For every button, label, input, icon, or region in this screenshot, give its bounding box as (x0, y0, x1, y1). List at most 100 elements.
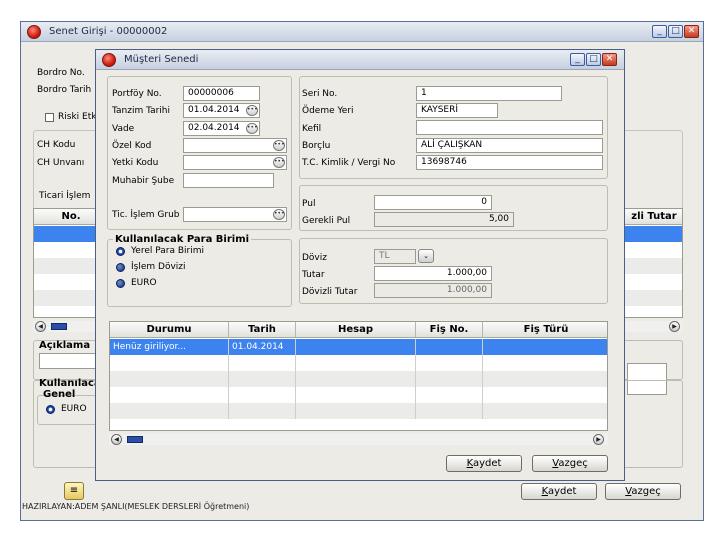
cell-fis-turu[interactable] (483, 339, 607, 355)
back-cancel-button[interactable]: Vazgeç (605, 483, 681, 500)
yerel-para-label: Yerel Para Birimi (131, 246, 204, 256)
musteri-senedi-titlebar[interactable]: Müşteri Senedi _ □ ✕ (96, 50, 624, 70)
empty-cell[interactable] (416, 355, 483, 371)
cancel-button[interactable]: Vazgeç (532, 455, 608, 472)
islem-dovizi-radio[interactable] (116, 263, 125, 272)
doviz-select[interactable]: TL (374, 249, 416, 264)
dialog-close-icon[interactable]: ✕ (602, 53, 617, 66)
tic-islem-label: Tic. İşlem Grub (112, 210, 180, 220)
back-save-label: aydet (547, 486, 577, 497)
musteri-senedi-dialog: Müşteri Senedi _ □ ✕ Portföy No. 0000000… (95, 49, 625, 481)
table-row[interactable] (110, 387, 607, 403)
fis-grid[interactable]: Durumu Tarih Hesap Fiş No. Fiş Türü Henü… (109, 321, 608, 431)
scroll-left-icon[interactable]: ◀ (35, 321, 46, 332)
yetki-kodu-input[interactable] (183, 155, 287, 170)
dialog-app-icon (102, 53, 116, 67)
portfoy-no-input[interactable]: 00000006 (183, 86, 260, 101)
empty-cell[interactable] (110, 387, 229, 403)
empty-cell[interactable] (229, 371, 296, 387)
pul-input[interactable]: 0 (374, 195, 492, 210)
tic-islem-lookup-icon[interactable]: ••• (273, 209, 285, 220)
euro-label: EURO (131, 278, 157, 288)
table-row[interactable] (110, 403, 607, 419)
aciklama-input[interactable] (39, 353, 99, 369)
scroll-thumb[interactable] (127, 436, 143, 443)
ticari-islem-label: Ticari İşlem (39, 191, 91, 201)
muhabir-sube-label: Muhabir Şube (112, 176, 175, 186)
tic-islem-input[interactable] (183, 207, 287, 222)
riski-etkile-checkbox[interactable] (45, 113, 54, 122)
back-cancel-label: azgeç (631, 486, 661, 497)
empty-cell[interactable] (296, 403, 416, 419)
scroll-right-icon[interactable]: ▶ (593, 434, 604, 445)
cell-durumu[interactable]: Henüz giriliyor... (110, 339, 229, 355)
yetki-kodu-lookup-icon[interactable]: ••• (273, 157, 285, 168)
table-row[interactable] (110, 355, 607, 371)
empty-cell[interactable] (416, 403, 483, 419)
bordro-tarihi-label: Bordro Tarih (37, 85, 92, 95)
dialog-maximize-icon[interactable]: □ (586, 53, 601, 66)
para-birimi-legend: Kullanılacak Para Birimi (113, 234, 252, 245)
cell-fis-no[interactable] (416, 339, 483, 355)
col-durumu[interactable]: Durumu (110, 322, 229, 338)
kullanilacak-label: Kullanılaca (39, 378, 101, 389)
scroll-thumb[interactable] (51, 323, 67, 330)
portfoy-no-label: Portföy No. (112, 89, 162, 99)
fis-grid-hscroll[interactable]: ◀ ▶ (109, 434, 608, 445)
minimize-icon[interactable]: _ (652, 25, 667, 38)
save-button[interactable]: Kaydet (446, 455, 522, 472)
col-tarih[interactable]: Tarih (229, 322, 296, 338)
close-icon[interactable]: ✕ (684, 25, 699, 38)
bordro-no-label: Bordro No. (37, 68, 85, 78)
tutar-input[interactable]: 1.000,00 (374, 266, 492, 281)
empty-cell[interactable] (416, 371, 483, 387)
table-row[interactable] (110, 371, 607, 387)
empty-cell[interactable] (229, 403, 296, 419)
back-grid-col-dovizli-tutar[interactable]: zli Tutar (624, 209, 682, 225)
empty-cell[interactable] (110, 355, 229, 371)
cell-tarih[interactable]: 01.04.2014 (229, 339, 296, 355)
empty-cell[interactable] (296, 371, 416, 387)
yetki-kodu-label: Yetki Kodu (112, 158, 159, 168)
table-row[interactable]: Henüz giriliyor... 01.04.2014 (110, 339, 607, 355)
senet-girisi-titlebar[interactable]: Senet Girişi - 00000002 _ □ ✕ (21, 22, 703, 42)
cell-hesap[interactable] (296, 339, 416, 355)
gerekli-pul-value: 5,00 (374, 212, 514, 227)
dovizli-tutar-label: Dövizli Tutar (302, 287, 358, 297)
col-fis-turu[interactable]: Fiş Türü (483, 322, 607, 338)
note-icon[interactable]: ≡ (64, 482, 84, 500)
scroll-right-icon[interactable]: ▶ (669, 321, 680, 332)
kefil-input[interactable] (416, 120, 603, 135)
ozel-kod-input[interactable] (183, 138, 287, 153)
empty-cell[interactable] (296, 387, 416, 403)
ozel-kod-lookup-icon[interactable]: ••• (273, 140, 285, 151)
vade-calendar-icon[interactable]: ••• (246, 123, 258, 134)
seri-no-input[interactable]: 1 (416, 86, 562, 101)
euro-radio[interactable] (116, 279, 125, 288)
col-hesap[interactable]: Hesap (296, 322, 416, 338)
odeme-yeri-input[interactable]: KAYSERİ (416, 103, 498, 118)
odeme-yeri-label: Ödeme Yeri (302, 106, 354, 116)
ozel-kod-label: Özel Kod (112, 141, 152, 151)
back-save-button[interactable]: Kaydet (521, 483, 597, 500)
muhabir-sube-input[interactable] (183, 173, 274, 188)
col-fis-no[interactable]: Fiş No. (416, 322, 483, 338)
empty-cell[interactable] (110, 371, 229, 387)
dialog-minimize-icon[interactable]: _ (570, 53, 585, 66)
maximize-icon[interactable]: □ (668, 25, 683, 38)
back-euro-radio[interactable] (46, 405, 55, 414)
tanzim-calendar-icon[interactable]: ••• (246, 105, 258, 116)
yerel-para-radio[interactable] (116, 247, 125, 256)
empty-cell[interactable] (416, 387, 483, 403)
empty-cell[interactable] (229, 387, 296, 403)
empty-cell[interactable] (296, 355, 416, 371)
borclu-input[interactable]: ALİ ÇALIŞKAN (416, 138, 603, 153)
kefil-label: Kefil (302, 124, 322, 134)
scroll-left-icon[interactable]: ◀ (111, 434, 122, 445)
empty-cell[interactable] (110, 403, 229, 419)
doviz-dropdown-icon[interactable]: ⌄ (418, 249, 434, 263)
back-grid-col-no[interactable]: No. (56, 209, 86, 225)
empty-cell[interactable] (229, 355, 296, 371)
app-icon (27, 25, 41, 39)
tc-kimlik-input[interactable]: 13698746 (416, 155, 603, 170)
